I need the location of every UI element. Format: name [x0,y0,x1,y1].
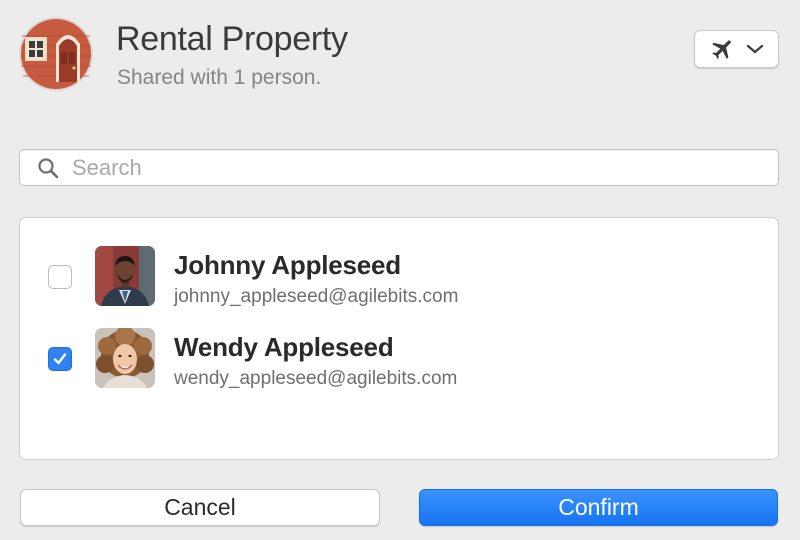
person-row-wendy[interactable]: Wendy Appleseed wendy_appleseed@agilebit… [20,328,778,390]
travel-mode-button[interactable] [694,30,779,68]
people-list: Johnny Appleseed johnny_appleseed@agileb… [19,217,779,460]
person-checkbox-johnny[interactable] [48,265,72,289]
avatar-johnny [95,246,155,306]
cancel-button[interactable]: Cancel [20,489,380,526]
person-email: johnny_appleseed@agilebits.com [174,286,459,307]
person-email: wendy_appleseed@agilebits.com [174,368,458,389]
checkmark-icon [53,353,67,365]
avatar-wendy [95,328,155,388]
confirm-button[interactable]: Confirm [419,489,778,526]
person-name: Johnny Appleseed [174,250,401,280]
vault-house-icon [18,16,94,92]
airplane-icon [710,36,736,62]
search-input[interactable] [72,154,712,181]
person-row-johnny[interactable]: Johnny Appleseed johnny_appleseed@agileb… [20,246,778,308]
vault-title: Rental Property [116,20,348,58]
chevron-down-icon [746,43,764,55]
search-field[interactable] [19,149,779,186]
search-icon [37,157,59,179]
person-name: Wendy Appleseed [174,332,394,362]
person-checkbox-wendy[interactable] [48,347,72,371]
vault-subtitle: Shared with 1 person. [117,66,322,89]
